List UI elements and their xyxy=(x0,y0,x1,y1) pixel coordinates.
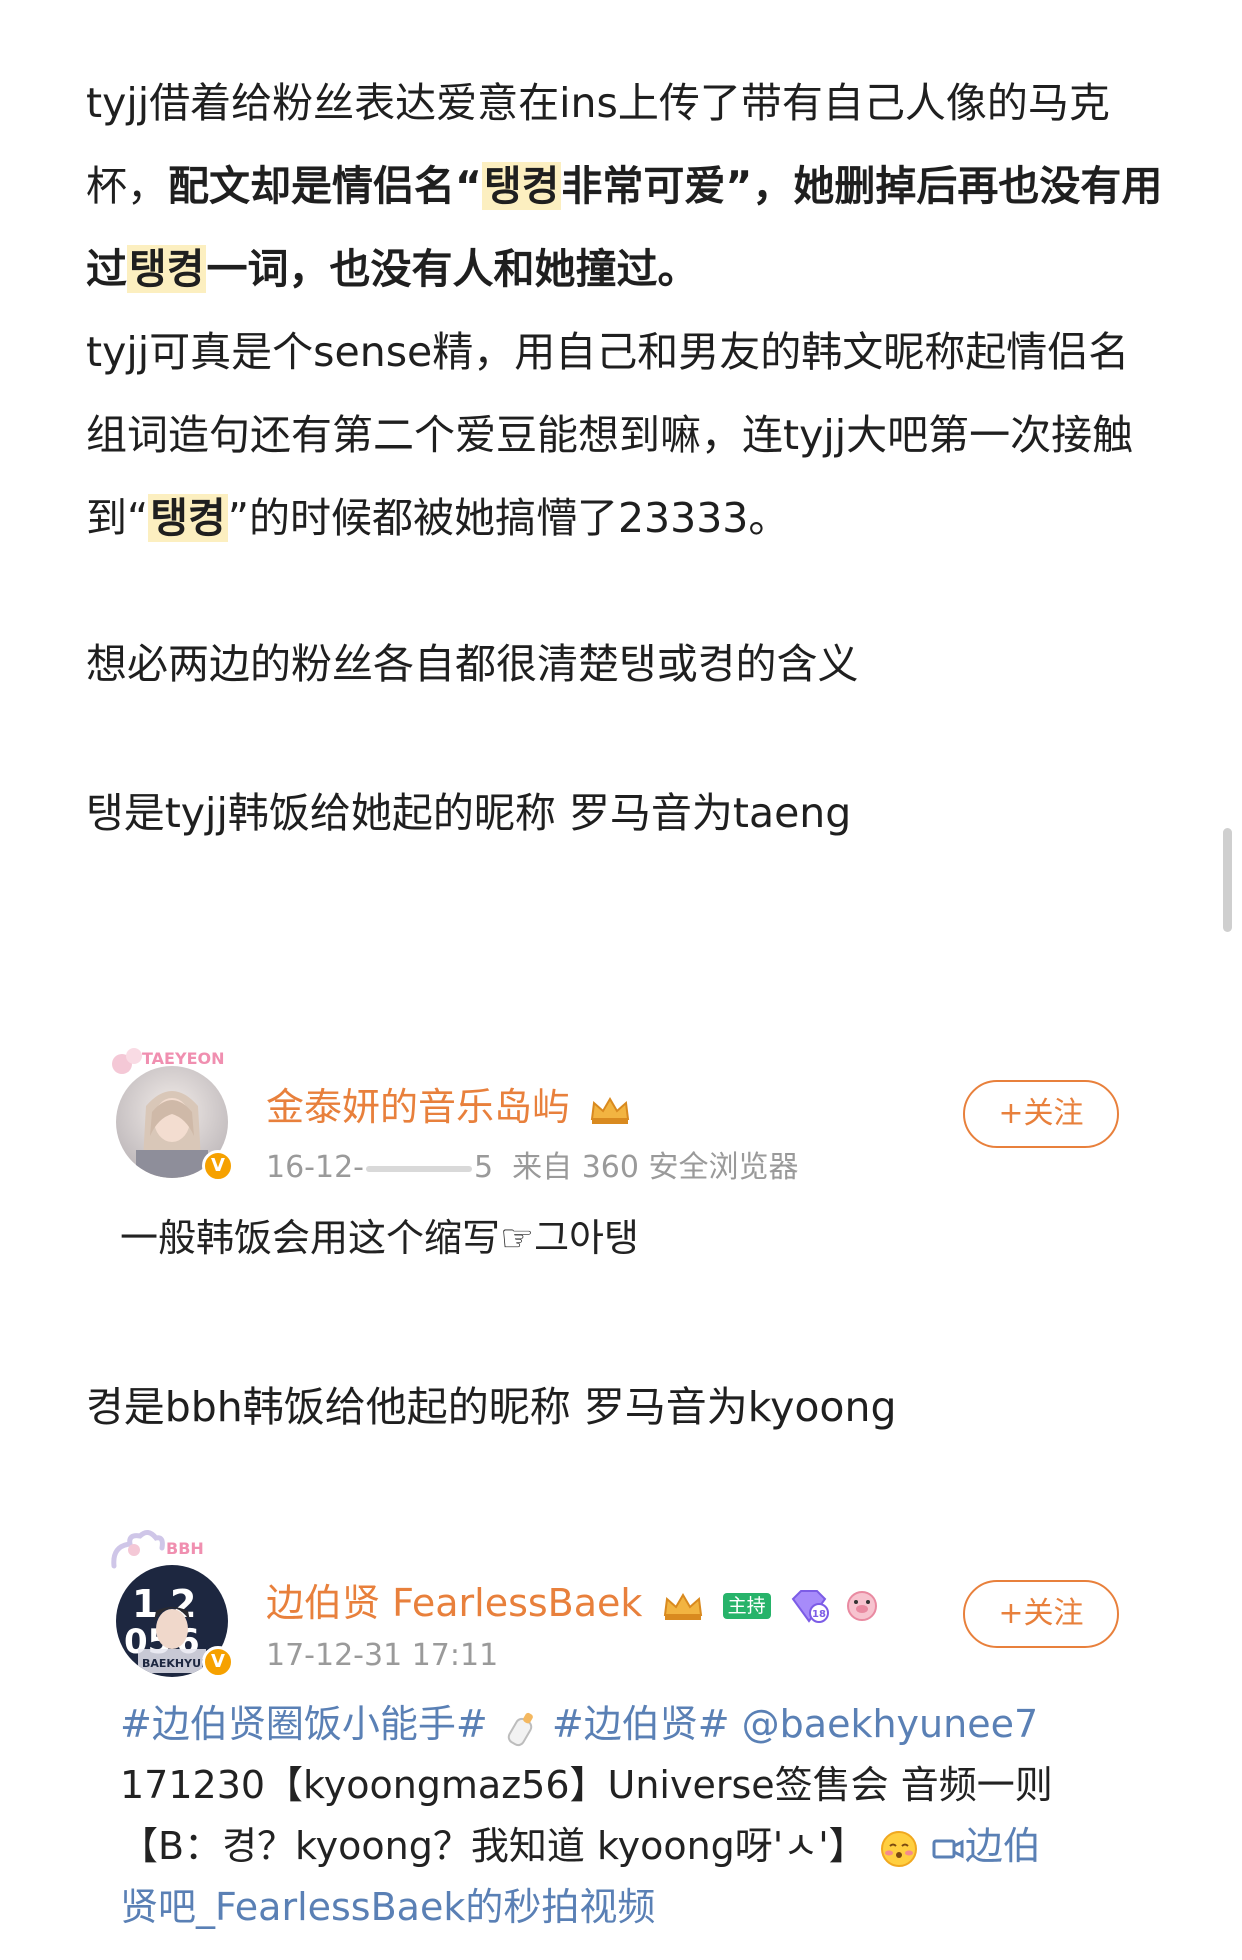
highlighted-term: 탱켱 xyxy=(127,245,207,293)
bold-run: 配文却是情侣名“ xyxy=(168,162,482,210)
article-paragraph-3: 탱是tyjj韩饭给她起的昵称 罗马音为taeng xyxy=(86,789,852,837)
avatar-frame-decoration: BBH xyxy=(111,1530,204,1569)
crown-icon xyxy=(663,1592,702,1620)
video-camera-icon xyxy=(932,1839,964,1858)
post-date-suffix: 5 xyxy=(474,1150,494,1185)
post-source: 来自 360 安全浏览器 xyxy=(512,1150,799,1185)
diamond-level-icon: 18 xyxy=(791,1589,829,1623)
video-link-text[interactable]: 贤吧_FearlessBaek的秒拍视频 xyxy=(120,1885,655,1929)
blushing-face-icon xyxy=(880,1830,917,1867)
redaction-mark xyxy=(366,1165,472,1172)
text-run: ”的时候都被她搞懵了23333。 xyxy=(227,494,790,542)
post-date: 17-12-31 17:11 xyxy=(266,1638,499,1673)
scrollbar[interactable] xyxy=(1223,828,1232,932)
host-tag: 主持 xyxy=(722,1592,771,1619)
avatar-frame-label: TAEYEON xyxy=(142,1049,225,1068)
article-body: tyjj借着给粉丝表达爱意在ins上传了带有自己人像的马克杯，配文却是情侣名“탱… xyxy=(86,62,1166,855)
avatar-frame-label: BBH xyxy=(166,1539,204,1558)
video-link-text[interactable]: 边伯 xyxy=(965,1824,1041,1868)
follow-button[interactable]: +关注 xyxy=(963,1080,1119,1148)
baby-bottle-icon xyxy=(507,1712,533,1746)
highlighted-term: 탱켱 xyxy=(481,162,562,210)
article-paragraph-4: 켱是bbh韩饭给他起的昵称 罗马音为kyoong xyxy=(86,1383,897,1431)
article-body-2: 켱是bbh韩饭给他起的昵称 罗马音为kyoong xyxy=(86,1366,1166,1449)
post-line: 【B：켱？kyoong？我知道 kyoong呀'ㅅ'】 xyxy=(120,1824,867,1868)
crown-icon xyxy=(590,1096,630,1124)
username-text[interactable]: 边伯贤 FearlessBaek xyxy=(266,1581,642,1625)
vip-badge-icon: V xyxy=(202,1150,234,1182)
weibo-post-card: TAEYEON V 金泰妍的音乐岛屿 16-12- 5 来自 360 安全浏览器 … xyxy=(112,1040,1119,1260)
weibo-post-card: 1 2 05 6 BAEKHYUN BAE BBH V 边伯贤 Fearless… xyxy=(111,1530,1119,1940)
post-meta: 16-12- 5 来自 360 安全浏览器 xyxy=(266,1142,799,1186)
post-text: #边伯贤圈饭小能手# #边伯贤# @baekhyunee7 171230【kyo… xyxy=(120,1694,1120,1938)
diamond-level: 18 xyxy=(812,1609,826,1620)
highlighted-term: 탱켱 xyxy=(148,494,228,542)
post-line: 171230【kyoongmaz56】Universe签售会 音频一则 xyxy=(120,1763,1053,1807)
mention-link[interactable]: @baekhyunee7 xyxy=(742,1702,1038,1746)
hashtag-link[interactable]: #边伯贤圈饭小能手# xyxy=(120,1702,488,1746)
username[interactable]: 金泰妍的音乐岛屿 xyxy=(266,1076,632,1131)
post-text: 一般韩饭会用这个缩写☞그아탱 xyxy=(120,1216,639,1260)
article-paragraph-1: tyjj借着给粉丝表达爱意在ins上传了带有自己人像的马克杯，配文却是情侣名“탱… xyxy=(86,62,1166,560)
username[interactable]: 边伯贤 FearlessBaek 主持 18 xyxy=(266,1572,879,1627)
bold-run: 一词，也没有人和她撞过。 xyxy=(206,245,699,293)
username-text[interactable]: 金泰妍的音乐岛屿 xyxy=(266,1085,570,1129)
vip-badge-icon: V xyxy=(202,1646,234,1678)
pig-face-icon xyxy=(846,1590,877,1621)
article-paragraph-2: 想必两边的粉丝各自都很清楚탱或켱的含义 xyxy=(86,640,859,688)
hashtag-link[interactable]: #边伯贤# xyxy=(552,1702,730,1746)
avatar-frame-decoration: TAEYEON xyxy=(112,1048,225,1074)
post-date: 16-12- xyxy=(266,1150,364,1185)
follow-button[interactable]: +关注 xyxy=(963,1580,1119,1648)
